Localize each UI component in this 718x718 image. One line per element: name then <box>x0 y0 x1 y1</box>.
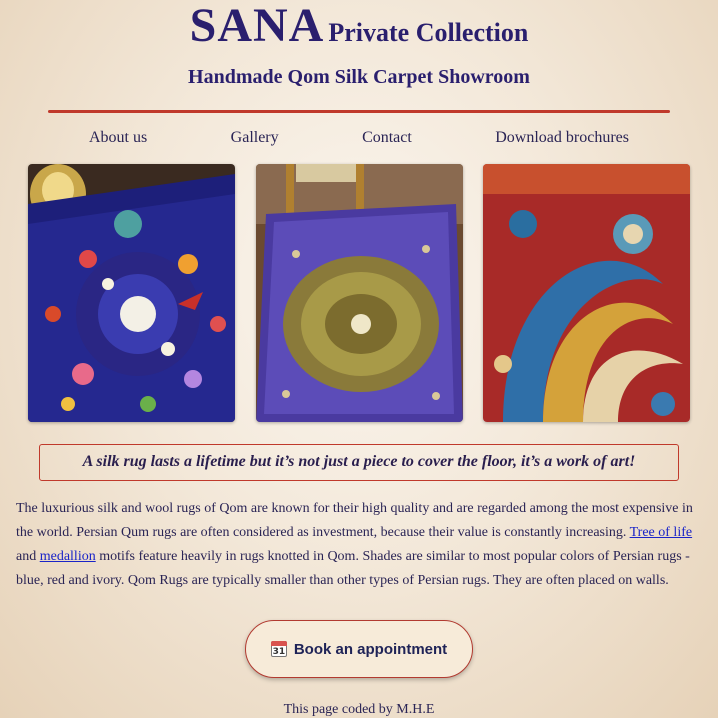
quote-banner: A silk rug lasts a lifetime but it’s not… <box>39 444 679 481</box>
nav-link-gallery[interactable]: Gallery <box>231 129 279 147</box>
page-subtitle: Handmade Qom Silk Carpet Showroom <box>188 66 530 88</box>
red-paisley-silk-rug-image[interactable] <box>483 164 690 422</box>
cta-wrapper: 31 Book an appointment <box>0 620 718 678</box>
floral-blue-silk-rug-image[interactable] <box>28 164 235 422</box>
purple-medallion-silk-rug-image[interactable] <box>255 164 463 422</box>
page-footer: This page coded by M.H.E <box>283 702 435 717</box>
nav-link-download-brochures[interactable]: Download brochures <box>495 129 629 147</box>
header-divider <box>48 110 670 113</box>
calendar-icon: 31 <box>270 641 287 657</box>
nav-link-contact[interactable]: Contact <box>362 129 412 147</box>
brand-tagline: Private Collection <box>328 18 529 47</box>
nav-link-about-us[interactable]: About us <box>89 129 147 147</box>
description-text-3: motifs feature heavily in rugs knotted i… <box>16 549 690 588</box>
tree-of-life-link[interactable]: Tree of life <box>630 525 692 540</box>
brand-name: SANA <box>189 0 325 52</box>
book-appointment-label: Book an appointment <box>293 640 448 658</box>
book-appointment-button[interactable]: 31 Book an appointment <box>245 620 473 678</box>
medallion-link[interactable]: medallion <box>40 549 96 564</box>
main-nav: About us Gallery Contact Download brochu… <box>89 129 629 147</box>
brand-title: SANA Private Collection <box>0 2 718 58</box>
page-header: SANA Private Collection Handmade Qom Silk… <box>0 0 718 89</box>
rug-gallery <box>28 164 690 422</box>
description-text-2: and <box>16 549 40 564</box>
description-paragraph: The luxurious silk and wool rugs of Qom … <box>16 497 704 593</box>
description-text-1: The luxurious silk and wool rugs of Qom … <box>16 501 693 540</box>
quote-text: A silk rug lasts a lifetime but it’s not… <box>82 453 636 470</box>
